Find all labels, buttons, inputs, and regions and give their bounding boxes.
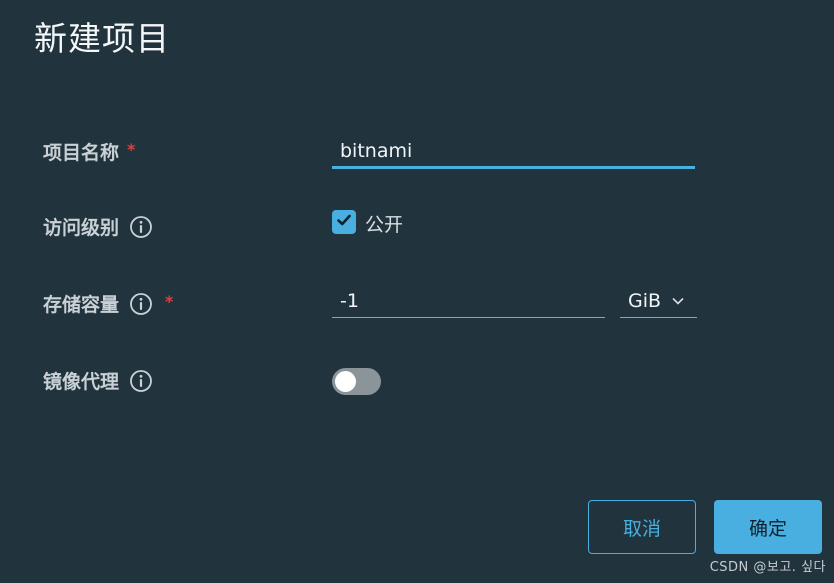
info-icon[interactable] bbox=[129, 292, 153, 316]
project-name-input[interactable] bbox=[332, 135, 695, 169]
checkmark-icon bbox=[336, 212, 352, 232]
storage-quota-label-row: 存储容量 * bbox=[43, 290, 173, 317]
storage-unit-select[interactable]: GiB bbox=[620, 284, 697, 318]
watermark: CSDN @보고. 싶다 bbox=[709, 560, 826, 575]
cancel-button[interactable]: 取消 bbox=[588, 500, 696, 554]
project-name-label-row: 项目名称 * bbox=[43, 138, 135, 165]
proxy-cache-toggle[interactable] bbox=[332, 368, 381, 395]
storage-quota-input[interactable] bbox=[332, 284, 605, 318]
proxy-cache-label: 镜像代理 bbox=[43, 371, 120, 393]
confirm-button[interactable]: 确定 bbox=[714, 500, 822, 554]
public-checkbox[interactable] bbox=[332, 210, 356, 234]
project-name-label: 项目名称 bbox=[43, 142, 120, 164]
required-mark: * bbox=[165, 292, 174, 311]
required-mark: * bbox=[127, 140, 136, 159]
public-checkbox-label[interactable]: 公开 bbox=[365, 210, 403, 237]
toggle-knob bbox=[335, 371, 356, 392]
info-icon[interactable] bbox=[129, 215, 153, 239]
chevron-down-icon bbox=[671, 296, 685, 306]
access-level-label-row: 访问级别 bbox=[43, 213, 153, 240]
access-level-label: 访问级别 bbox=[43, 217, 120, 239]
storage-quota-label: 存储容量 bbox=[43, 294, 120, 316]
dialog-title: 新建项目 bbox=[34, 19, 170, 58]
proxy-cache-label-row: 镜像代理 bbox=[43, 367, 153, 394]
info-icon[interactable] bbox=[129, 369, 153, 393]
storage-unit-value: GiB bbox=[628, 289, 662, 312]
